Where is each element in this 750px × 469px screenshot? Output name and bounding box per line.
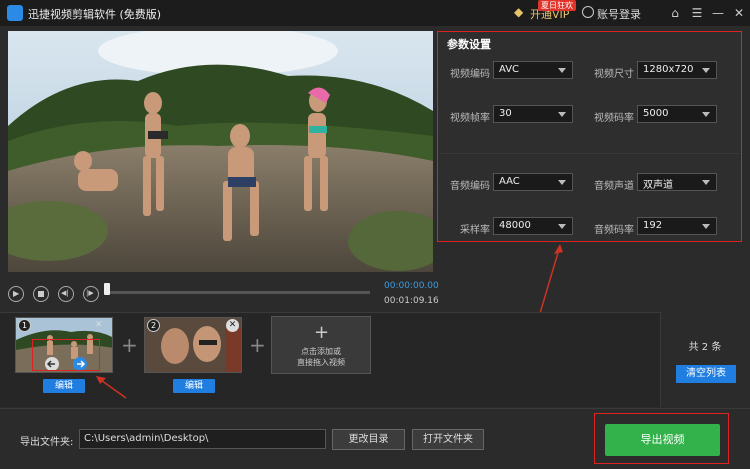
- add-video-hint-line1: 点击添加或: [301, 347, 341, 356]
- export-path-input[interactable]: C:\Users\admin\Desktop\: [79, 429, 326, 449]
- chevron-down-icon: [558, 180, 566, 185]
- clip-2-edit-button[interactable]: 编辑: [173, 379, 215, 393]
- video-size-select[interactable]: 1280x720: [637, 61, 717, 79]
- export-folder-label: 导出文件夹:: [20, 437, 74, 448]
- video-fps-select[interactable]: 30: [493, 105, 573, 123]
- home-icon[interactable]: ⌂: [666, 4, 684, 22]
- video-size-label: 视频尺寸: [594, 69, 634, 80]
- add-plus-icon: +: [314, 322, 330, 343]
- chevron-down-icon: [702, 224, 710, 229]
- annotation-highlight-box: [32, 339, 100, 371]
- video-codec-select[interactable]: AVC: [493, 61, 573, 79]
- audio-channel-label: 音频声道: [594, 181, 634, 192]
- clip-1-edit-button[interactable]: 编辑: [43, 379, 85, 393]
- user-icon[interactable]: [582, 6, 594, 18]
- video-preview[interactable]: [8, 31, 433, 272]
- clip-number-badge: 1: [18, 319, 31, 332]
- sample-rate-value: 48000: [499, 220, 531, 231]
- video-frame-image: [8, 31, 433, 272]
- change-directory-button[interactable]: 更改目录: [332, 429, 405, 450]
- plus-icon: +: [249, 333, 266, 357]
- audio-channel-select[interactable]: 双声道: [637, 173, 717, 191]
- video-bitrate-label: 视频码率: [594, 113, 634, 124]
- settings-divider: [440, 153, 739, 154]
- login-link[interactable]: 账号登录: [597, 6, 641, 22]
- stop-button[interactable]: [33, 286, 49, 302]
- current-time: 00:00:00.00: [384, 281, 439, 291]
- video-fps-label: 视频帧率: [450, 113, 490, 124]
- video-fps-value: 30: [499, 108, 512, 119]
- vip-promo-badge: 夏日狂欢: [538, 0, 576, 11]
- clip-number-badge: 2: [147, 319, 160, 332]
- progress-handle[interactable]: [104, 283, 110, 295]
- clip-close-icon[interactable]: ✕: [226, 319, 239, 332]
- settings-title: 参数设置: [447, 38, 491, 51]
- close-icon[interactable]: ✕: [730, 4, 748, 22]
- clip-count: 共 2 条: [688, 342, 722, 353]
- next-frame-button[interactable]: |▶: [83, 286, 99, 302]
- audio-codec-select[interactable]: AAC: [493, 173, 573, 191]
- export-video-button[interactable]: 导出视频: [605, 424, 720, 456]
- audio-channel-value: 双声道: [643, 180, 673, 191]
- video-size-value: 1280x720: [643, 64, 694, 75]
- total-time: 00:01:09.16: [384, 296, 439, 306]
- play-icon: ▶: [13, 289, 20, 298]
- chevron-down-icon: [558, 224, 566, 229]
- chevron-down-icon: [702, 112, 710, 117]
- app-title: 迅捷视频剪辑软件 (免费版): [28, 8, 162, 21]
- audio-bitrate-label: 音频码率: [594, 225, 634, 236]
- menu-icon[interactable]: ☰: [688, 4, 706, 22]
- chevron-down-icon: [558, 112, 566, 117]
- video-bitrate-value: 5000: [643, 108, 669, 119]
- video-codec-label: 视频编码: [450, 69, 490, 80]
- stop-icon: [38, 291, 44, 297]
- audio-bitrate-select[interactable]: 192: [637, 217, 717, 235]
- sample-rate-select[interactable]: 48000: [493, 217, 573, 235]
- annotation-arrow-icon: [96, 376, 127, 399]
- audio-codec-value: AAC: [499, 176, 520, 187]
- next-frame-icon: |▶: [86, 289, 94, 297]
- diamond-icon[interactable]: ◆: [514, 5, 526, 19]
- video-bitrate-select[interactable]: 5000: [637, 105, 717, 123]
- open-folder-button[interactable]: 打开文件夹: [412, 429, 484, 450]
- clip-close-icon[interactable]: ✕: [95, 320, 109, 330]
- clip-list-summary: [660, 312, 750, 407]
- plus-icon: +: [121, 333, 138, 357]
- add-video-hint-line2: 直接拖入视频: [297, 358, 345, 367]
- clear-list-button[interactable]: 清空列表: [676, 365, 736, 383]
- video-codec-value: AVC: [499, 64, 520, 75]
- progress-track[interactable]: [106, 291, 370, 294]
- audio-codec-label: 音频编码: [450, 181, 490, 192]
- play-button[interactable]: ▶: [8, 286, 24, 302]
- app-logo-icon: [7, 5, 23, 21]
- prev-frame-button[interactable]: ◀|: [58, 286, 74, 302]
- minimize-icon[interactable]: —: [709, 4, 727, 22]
- prev-frame-icon: ◀|: [61, 289, 69, 297]
- sample-rate-label: 采样率: [460, 225, 490, 236]
- audio-bitrate-value: 192: [643, 220, 663, 231]
- chevron-down-icon: [702, 68, 710, 73]
- chevron-down-icon: [558, 68, 566, 73]
- chevron-down-icon: [702, 180, 710, 185]
